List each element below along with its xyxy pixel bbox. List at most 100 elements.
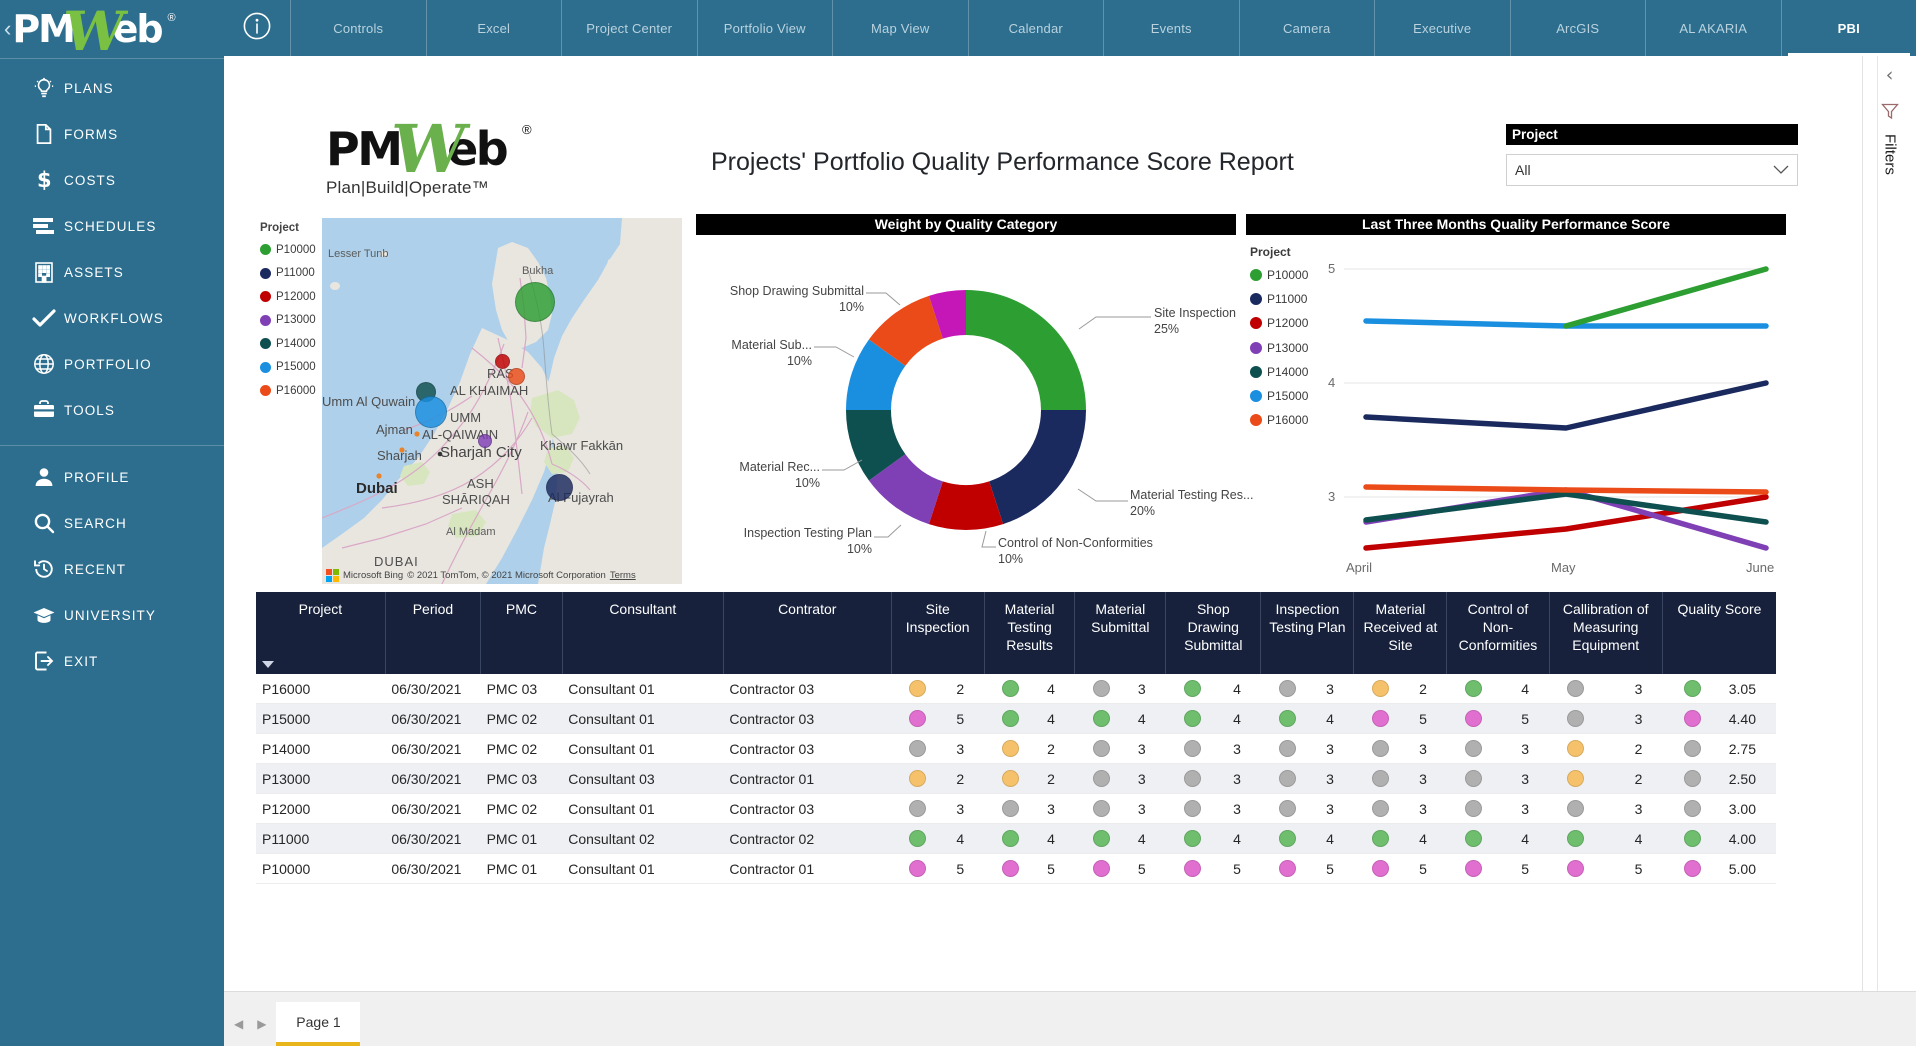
map-legend-item[interactable]: P13000 [260, 309, 318, 333]
map-bubble-p13000[interactable] [478, 434, 492, 448]
column-header-consultant[interactable]: Consultant [562, 592, 724, 674]
map-legend-item[interactable]: P11000 [260, 262, 318, 286]
chevron-left-icon[interactable]: ‹ [1863, 64, 1916, 86]
status-dot-magenta [1371, 860, 1389, 877]
map-bubble-p11000[interactable] [546, 474, 573, 501]
tab-camera[interactable]: Camera [1238, 0, 1375, 56]
tab-executive[interactable]: Executive [1374, 0, 1510, 56]
table-row[interactable]: P15000 06/30/2021 PMC 02 Consultant 01 Contr… [256, 703, 1776, 734]
funnel-icon[interactable] [1863, 102, 1916, 125]
bing-map[interactable]: Lesser Tunb Bukha RAS AL KHAIMAH Umm Al … [322, 218, 682, 584]
column-header-control-of-non-conformities[interactable]: Control of Non-Conformities [1446, 592, 1550, 674]
left-sidebar: ‹ PMWeb W ® PLANS FORMS $ COSTS SCHEDULE… [0, 0, 224, 1046]
score-value: 3 [1521, 740, 1530, 757]
score-cell: 3 [1260, 793, 1354, 824]
chevron-left-icon[interactable]: ◀ [234, 1017, 243, 1031]
map-bubble-p10000[interactable] [515, 282, 555, 322]
sidebar-item-profile[interactable]: PROFILE [0, 454, 224, 500]
score-value: 3 [1326, 770, 1334, 787]
pmc-cell: PMC 03 [480, 763, 563, 794]
page-tab-page-1[interactable]: Page 1 [276, 1002, 361, 1046]
quality-score-value: 3.00 [1728, 800, 1756, 817]
quality-score-cell: 4.40 [1662, 703, 1776, 734]
map-place-label: Sharjah [377, 448, 422, 463]
column-header-callibration-of-measuring-equipment[interactable]: Callibration of Measuring Equipment [1549, 592, 1663, 674]
score-cell: 3 [1165, 733, 1261, 764]
map-legend-item[interactable]: P14000 [260, 332, 318, 356]
column-header-site-inspection[interactable]: Site Inspection [891, 592, 985, 674]
map-bubble-p12000[interactable] [495, 354, 510, 369]
sidebar-item-portfolio[interactable]: PORTFOLIO [0, 341, 224, 387]
tab-portfolio-view[interactable]: Portfolio View [696, 0, 833, 56]
table-row[interactable]: P13000 06/30/2021 PMC 03 Consultant 03 Contr… [256, 763, 1776, 794]
column-header-quality-score[interactable]: Quality Score [1662, 592, 1776, 674]
sidebar-item-search[interactable]: SEARCH [0, 500, 224, 546]
tab-al-akaria[interactable]: AL AKARIA [1645, 0, 1781, 56]
tab-calendar[interactable]: Calendar [967, 0, 1104, 56]
sidebar-collapse-chevron-icon[interactable]: ‹ [4, 18, 11, 40]
sidebar-logo[interactable]: ‹ PMWeb W ® [0, 0, 224, 63]
line-series-p11000 [1363, 380, 1769, 431]
column-header-contrator[interactable]: Contrator [723, 592, 892, 674]
map-legend-item[interactable]: P12000 [260, 285, 318, 309]
sidebar-item-exit[interactable]: EXIT [0, 638, 224, 684]
page-tab-label: Page 1 [296, 1014, 341, 1030]
tab-label: Excel [477, 20, 511, 36]
map-legend: Project P10000 P11000 P12000 P13000 P140… [260, 222, 318, 403]
legend-label: P10000 [276, 243, 316, 256]
project-slicer-dropdown[interactable]: All [1506, 154, 1798, 186]
score-value: 3 [956, 740, 965, 757]
tab-pbi[interactable]: PBI [1780, 0, 1916, 56]
report-canvas: PMWeb W ® Plan|Build|Operate™ Projects' … [224, 56, 1862, 991]
status-dot-gray [1684, 740, 1702, 757]
map-legend-item[interactable]: P15000 [260, 356, 318, 380]
sidebar-item-recent[interactable]: RECENT [0, 546, 224, 592]
column-header-pmc[interactable]: PMC [480, 592, 563, 674]
map-terms-link[interactable]: Terms [610, 570, 636, 581]
matrix-table: Project Period PMC Consultant Contrator … [256, 592, 1776, 884]
map-bubble-p15000[interactable] [415, 396, 447, 428]
tab-project-center[interactable]: Project Center [561, 0, 697, 56]
sidebar-item-forms[interactable]: FORMS [0, 111, 224, 157]
score-value: 4 [1047, 710, 1055, 727]
score-cell: 4 [984, 823, 1075, 854]
column-header-project[interactable]: Project [256, 592, 386, 674]
table-row[interactable]: P10000 06/30/2021 PMC 01 Consultant 01 Contr… [256, 853, 1776, 884]
table-row[interactable]: P12000 06/30/2021 PMC 02 Consultant 01 Contr… [256, 793, 1776, 824]
sidebar-item-workflows[interactable]: WORKFLOWS [0, 295, 224, 341]
tab-events[interactable]: Events [1103, 0, 1239, 56]
sidebar-item-costs[interactable]: $ COSTS [0, 157, 224, 203]
score-value: 3 [1047, 800, 1055, 817]
tab-arcgis[interactable]: ArcGIS [1509, 0, 1646, 56]
table-row[interactable]: P16000 06/30/2021 PMC 03 Consultant 01 Contr… [256, 674, 1776, 704]
map-place-label: Bukha [522, 265, 554, 277]
column-header-shop-drawing-submittal[interactable]: Shop Drawing Submittal [1165, 592, 1262, 674]
table-row[interactable]: P11000 06/30/2021 PMC 01 Consultant 02 Contr… [256, 823, 1776, 854]
sidebar-item-tools[interactable]: TOOLS [0, 387, 224, 433]
chevron-right-icon[interactable]: ▶ [257, 1017, 266, 1031]
column-header-material-testing-results[interactable]: Material Testing Results [984, 592, 1076, 674]
column-header-material-submittal[interactable]: Material Submittal [1074, 592, 1167, 674]
table-row[interactable]: P14000 06/30/2021 PMC 02 Consultant 01 Contr… [256, 733, 1776, 764]
map-legend-item[interactable]: P10000 [260, 238, 318, 262]
sidebar-item-schedules[interactable]: SCHEDULES [0, 203, 224, 249]
info-button[interactable] [224, 0, 290, 56]
sidebar-item-plans[interactable]: PLANS [0, 65, 224, 111]
consultant-cell: Consultant 01 [562, 703, 724, 734]
status-dot-gray [1183, 740, 1201, 757]
tab-label: ArcGIS [1556, 20, 1600, 36]
status-dot-magenta [1092, 860, 1110, 877]
column-header-inspection-testing-plan[interactable]: Inspection Testing Plan [1260, 592, 1355, 674]
sidebar-item-university[interactable]: UNIVERSITY [0, 592, 224, 638]
column-header-period[interactable]: Period [385, 592, 482, 674]
column-header-material-received-at-site[interactable]: Material Received at Site [1353, 592, 1448, 674]
quality-score-value: 4.00 [1728, 830, 1756, 847]
map-legend-item[interactable]: P16000 [260, 379, 318, 403]
sidebar-item-assets[interactable]: ASSETS [0, 249, 224, 295]
map-place-label: Lesser Tunb [328, 248, 389, 260]
lightbulb-icon [24, 77, 64, 99]
tab-map-view[interactable]: Map View [832, 0, 968, 56]
tab-controls[interactable]: Controls [290, 0, 426, 56]
map-bubble-p16000[interactable] [508, 368, 525, 385]
tab-excel[interactable]: Excel [425, 0, 562, 56]
